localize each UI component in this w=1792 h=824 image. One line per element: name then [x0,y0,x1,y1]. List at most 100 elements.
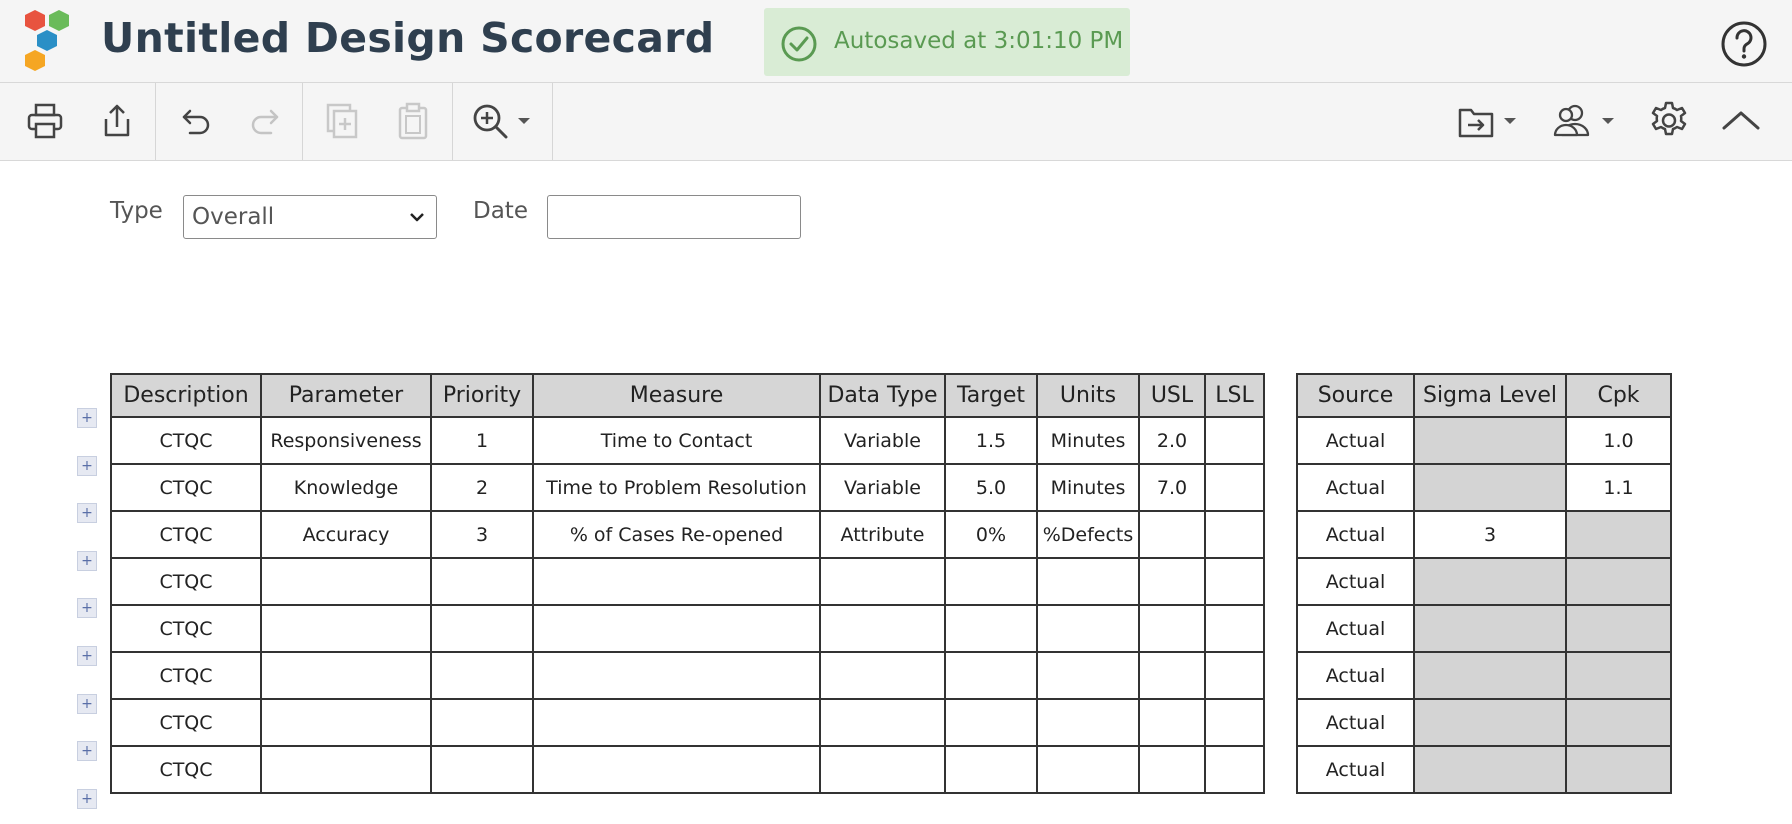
cell-data-type[interactable] [819,604,946,653]
cell-parameter[interactable] [260,557,432,606]
cell-description[interactable]: CTQC [110,604,262,653]
cell-units[interactable] [1036,651,1140,700]
cell-parameter[interactable] [260,745,432,794]
cell-description[interactable]: CTQC [110,745,262,794]
zoom-dropdown[interactable] [470,99,536,143]
cell-units[interactable] [1036,698,1140,747]
cell-target[interactable] [944,745,1038,794]
cell-lsl[interactable] [1204,557,1265,606]
add-row-button[interactable]: + [77,503,97,524]
cell-data-type[interactable]: Variable [819,463,946,512]
cell-lsl[interactable] [1204,416,1265,465]
cell-usl[interactable] [1138,557,1206,606]
users-dropdown[interactable] [1552,99,1622,143]
cell-measure[interactable] [532,698,821,747]
cell-description[interactable]: CTQC [110,416,262,465]
cell-cpk[interactable]: 1.1 [1565,463,1672,512]
settings-button[interactable] [1646,99,1692,143]
cell-source[interactable]: Actual [1296,745,1415,794]
export-dropdown[interactable] [1456,99,1526,143]
redo-button[interactable] [244,99,288,143]
cell-priority[interactable]: 1 [430,416,534,465]
cell-measure[interactable]: Time to Contact [532,416,821,465]
cell-priority[interactable] [430,604,534,653]
paste-button[interactable] [391,99,435,143]
cell-description[interactable]: CTQC [110,651,262,700]
cell-cpk[interactable] [1565,698,1672,747]
cell-cpk[interactable] [1565,510,1672,559]
cell-parameter[interactable] [260,651,432,700]
cell-data-type[interactable] [819,651,946,700]
cell-source[interactable]: Actual [1296,463,1415,512]
add-row-button[interactable]: + [77,788,97,809]
cell-usl[interactable] [1138,651,1206,700]
cell-data-type[interactable]: Attribute [819,510,946,559]
cell-units[interactable]: %Defects [1036,510,1140,559]
cell-target[interactable] [944,557,1038,606]
cell-lsl[interactable] [1204,604,1265,653]
cell-usl[interactable] [1138,698,1206,747]
add-row-button[interactable]: + [77,646,97,666]
cell-target[interactable] [944,651,1038,700]
collapse-button[interactable] [1718,99,1764,143]
cell-source[interactable]: Actual [1296,698,1415,747]
cell-source[interactable]: Actual [1296,651,1415,700]
cell-priority[interactable] [430,745,534,794]
cell-description[interactable]: CTQC [110,510,262,559]
cell-sigma-level[interactable] [1413,651,1567,700]
cell-lsl[interactable] [1204,510,1265,559]
cell-sigma-level[interactable] [1413,604,1567,653]
add-row-button[interactable]: + [77,455,97,476]
cell-measure[interactable] [532,651,821,700]
cell-sigma-level[interactable] [1413,698,1567,747]
cell-measure[interactable] [532,745,821,794]
cell-lsl[interactable] [1204,651,1265,700]
type-select[interactable]: Overall [183,195,437,239]
cell-lsl[interactable] [1204,698,1265,747]
cell-description[interactable]: CTQC [110,463,262,512]
cell-sigma-level[interactable]: 3 [1413,510,1567,559]
cell-description[interactable]: CTQC [110,698,262,747]
cell-cpk[interactable] [1565,604,1672,653]
undo-button[interactable] [173,99,217,143]
cell-cpk[interactable] [1565,557,1672,606]
cell-data-type[interactable] [819,557,946,606]
cell-target[interactable] [944,698,1038,747]
cell-usl[interactable]: 2.0 [1138,416,1206,465]
cell-data-type[interactable] [819,745,946,794]
cell-priority[interactable] [430,651,534,700]
cell-data-type[interactable] [819,698,946,747]
cell-parameter[interactable] [260,604,432,653]
duplicate-button[interactable] [320,99,364,143]
cell-lsl[interactable] [1204,463,1265,512]
share-button[interactable] [95,99,139,143]
cell-measure[interactable]: % of Cases Re-opened [532,510,821,559]
cell-measure[interactable]: Time to Problem Resolution [532,463,821,512]
cell-parameter[interactable] [260,698,432,747]
cell-sigma-level[interactable] [1413,463,1567,512]
cell-sigma-level[interactable] [1413,416,1567,465]
cell-priority[interactable] [430,557,534,606]
print-button[interactable] [22,99,68,143]
cell-source[interactable]: Actual [1296,557,1415,606]
cell-target[interactable]: 0% [944,510,1038,559]
add-row-button[interactable]: + [77,598,97,619]
date-input[interactable] [547,195,801,239]
cell-target[interactable]: 5.0 [944,463,1038,512]
cell-units[interactable] [1036,557,1140,606]
cell-source[interactable]: Actual [1296,510,1415,559]
help-icon[interactable] [1720,20,1768,68]
cell-sigma-level[interactable] [1413,745,1567,794]
cell-units[interactable]: Minutes [1036,416,1140,465]
cell-parameter[interactable]: Knowledge [260,463,432,512]
cell-description[interactable]: CTQC [110,557,262,606]
cell-priority[interactable]: 2 [430,463,534,512]
add-row-button[interactable]: + [77,741,97,762]
cell-parameter[interactable]: Responsiveness [260,416,432,465]
add-row-button[interactable]: + [77,693,97,714]
cell-source[interactable]: Actual [1296,416,1415,465]
cell-cpk[interactable]: 1.0 [1565,416,1672,465]
cell-usl[interactable]: 7.0 [1138,463,1206,512]
cell-cpk[interactable] [1565,745,1672,794]
cell-measure[interactable] [532,557,821,606]
